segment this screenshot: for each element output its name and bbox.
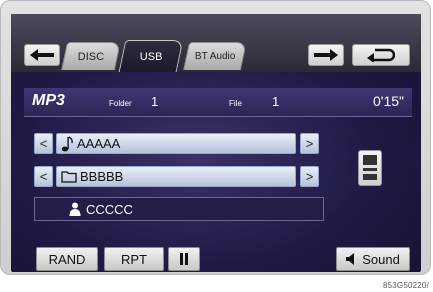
folder-name-row: BBBBB [56, 166, 296, 187]
track-next-button[interactable]: > [300, 133, 319, 154]
sound-button[interactable]: Sound [336, 247, 410, 271]
tab-disc-label: DISC [77, 50, 105, 63]
chevron-right-icon: > [305, 136, 314, 151]
chevron-right-icon: > [305, 169, 314, 184]
file-label: File [229, 99, 242, 108]
image-code: 853G50220/ [382, 281, 429, 290]
folder-prev-button[interactable]: < [34, 166, 53, 187]
folder-icon [61, 171, 77, 183]
track-title-row: AAAAA [56, 133, 296, 154]
return-button[interactable] [352, 44, 410, 66]
folder-number: 1 [151, 94, 159, 109]
folder-next-button[interactable]: > [300, 166, 319, 187]
sound-label: Sound [362, 251, 400, 267]
forward-button[interactable] [308, 44, 344, 66]
artist-row: CCCCC [34, 197, 324, 221]
repeat-button[interactable]: RPT [104, 247, 164, 271]
tab-bt-audio-label: BT Audio [194, 51, 236, 62]
track-prev-button[interactable]: < [34, 133, 53, 154]
back-button[interactable] [24, 44, 60, 66]
usb-device-icon [363, 155, 377, 180]
artist-name: CCCCC [86, 201, 133, 217]
chevron-left-icon: < [39, 169, 48, 184]
music-note-icon [61, 135, 73, 151]
random-button[interactable]: RAND [36, 247, 98, 271]
tab-disc[interactable]: DISC [61, 42, 121, 70]
pause-button[interactable] [168, 247, 200, 271]
chevron-left-icon: < [39, 136, 48, 151]
file-number: 1 [272, 94, 280, 109]
random-label: RAND [48, 251, 86, 267]
info-bar: MP3 Folder 1 File 1 0'15" [24, 88, 412, 117]
folder-label: Folder [109, 99, 132, 108]
track-title: AAAAA [77, 136, 121, 151]
elapsed-time: 0'15" [372, 93, 404, 109]
return-icon [367, 48, 395, 62]
source-label: MP3 [32, 92, 65, 109]
folder-name: BBBBB [80, 169, 124, 184]
arrow-right-icon [314, 49, 338, 61]
arrow-left-icon [30, 49, 54, 61]
repeat-label: RPT [121, 251, 147, 267]
tab-bt-audio[interactable]: BT Audio [183, 42, 247, 70]
pause-icon [180, 253, 188, 265]
tab-usb[interactable]: USB [118, 40, 184, 72]
person-icon [69, 202, 81, 216]
usb-device-button[interactable] [358, 150, 382, 186]
speaker-icon [346, 253, 355, 265]
tab-usb-label: USB [139, 50, 163, 63]
